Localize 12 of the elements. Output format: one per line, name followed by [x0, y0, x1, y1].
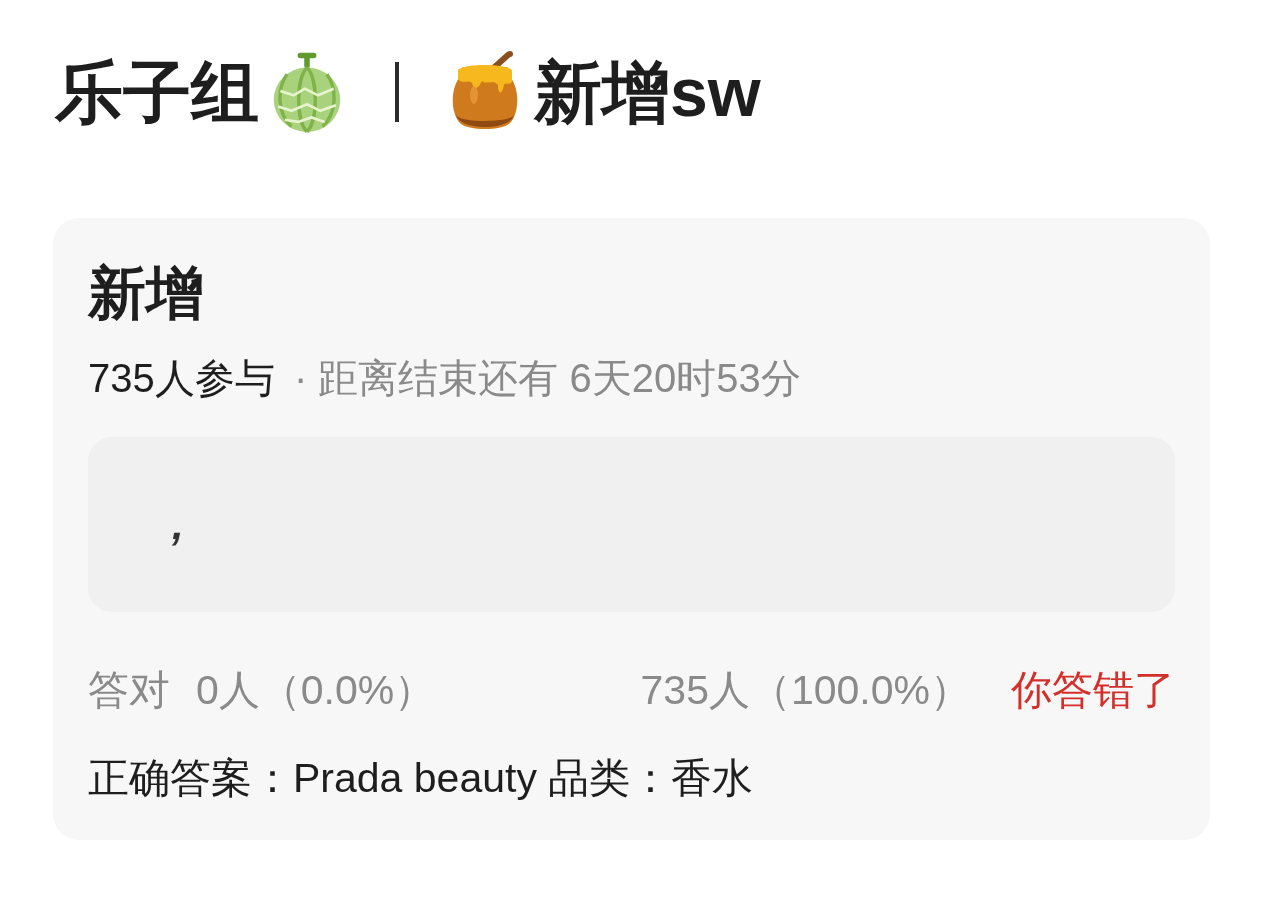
time-remaining: · 距离结束还有 6天20时53分 — [293, 356, 801, 400]
melon-icon — [271, 51, 343, 133]
wrong-count: 735人（100.0%） — [640, 666, 971, 715]
quiz-title: 新增sw — [534, 53, 761, 132]
correct-answer-text: 正确答案：Prada beauty 品类：香水 — [88, 754, 755, 803]
group-title: 乐子组 — [55, 53, 259, 132]
correct-label: 答对 — [88, 666, 170, 715]
result-text: 你答错了 — [1011, 666, 1175, 715]
correct-count: 0人（0.0%） — [196, 666, 436, 715]
question-title: 新增 — [88, 259, 205, 327]
participant-count: 735人参与 — [88, 356, 275, 400]
answer-box: , — [88, 437, 1175, 612]
